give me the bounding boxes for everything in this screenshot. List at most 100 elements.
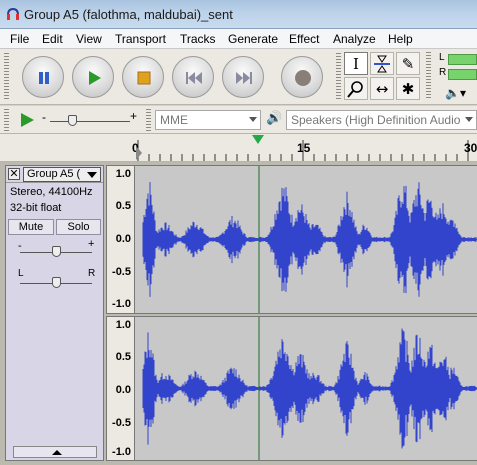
menu-edit[interactable]: Edit <box>42 32 63 46</box>
device-grip[interactable] <box>146 109 151 131</box>
selection-start-marker-icon[interactable] <box>134 146 144 160</box>
meter-right: R <box>437 67 477 81</box>
waveform-left-plot <box>142 166 477 313</box>
meter-right-label: R <box>439 67 447 78</box>
meter-left-bar <box>448 54 477 65</box>
scale-label: -0.5 <box>112 266 131 278</box>
mute-button[interactable]: Mute <box>8 219 54 235</box>
track-menu-button[interactable]: Group A5 ( <box>23 167 101 182</box>
scale-label: 1.0 <box>115 168 131 180</box>
track-control-panel[interactable]: ✕ Group A5 ( Stereo, 44100Hz 32-bit floa… <box>5 165 104 461</box>
speed-plus-label: + <box>130 109 138 123</box>
skip-to-start-button[interactable] <box>172 56 214 98</box>
ruler-tick-30: 30 <box>464 141 477 155</box>
track-sample-format: 32-bit float <box>10 202 62 214</box>
gain-slider-thumb[interactable] <box>52 246 61 257</box>
record-icon <box>295 70 311 86</box>
skip-to-end-button[interactable] <box>222 56 264 98</box>
menu-analyze[interactable]: Analyze <box>333 32 376 46</box>
menu-tracks[interactable]: Tracks <box>180 32 216 46</box>
speed-slider-thumb[interactable] <box>68 115 77 126</box>
tools-grip[interactable] <box>336 53 341 101</box>
draw-tool-icon: ✎ <box>401 54 415 73</box>
speaker-volume-icon[interactable]: 🔈▾ <box>445 86 466 100</box>
ruler-ticks <box>137 140 469 161</box>
speaker-icon: 🔊 <box>266 110 283 125</box>
meter-grip[interactable] <box>426 52 431 100</box>
menu-bar: File Edit View Transport Tracks Generate… <box>0 29 477 49</box>
zoom-tool-button[interactable] <box>344 77 368 100</box>
collapse-track-button[interactable] <box>13 446 97 458</box>
level-meter[interactable]: L R <box>437 52 477 88</box>
menu-help[interactable]: Help <box>388 32 413 46</box>
play-at-speed-icon[interactable] <box>18 111 36 129</box>
timeline-ruler[interactable]: 0 15 30 <box>0 134 477 162</box>
gain-minus-label: - <box>18 240 22 252</box>
menu-view[interactable]: View <box>76 32 102 46</box>
stop-icon <box>137 71 151 85</box>
track-name: Group A5 ( <box>27 168 81 180</box>
multi-tool-icon: ✱ <box>401 79 415 98</box>
chevron-up-icon <box>52 450 62 455</box>
audacity-headphones-icon <box>7 7 19 20</box>
scale-label: 0.0 <box>115 233 131 245</box>
output-device-value: Speakers (High Definition Audio <box>291 113 461 127</box>
record-button[interactable] <box>281 56 323 98</box>
track-area: ✕ Group A5 ( Stereo, 44100Hz 32-bit floa… <box>0 162 477 465</box>
play-at-speed-grip[interactable] <box>4 109 9 131</box>
pan-right-label: R <box>88 268 96 279</box>
ruler-tick-15: 15 <box>297 141 311 155</box>
selection-tool-icon: I <box>353 54 359 73</box>
track-format-info: Stereo, 44100Hz <box>10 186 93 198</box>
scale-label: -1.0 <box>112 298 131 310</box>
audio-host-select[interactable]: MME <box>155 110 261 130</box>
stop-button[interactable] <box>122 56 164 98</box>
close-track-button[interactable]: ✕ <box>8 168 20 180</box>
scale-label: -1.0 <box>112 446 131 458</box>
menu-effect[interactable]: Effect <box>289 32 319 46</box>
play-button[interactable] <box>72 56 114 98</box>
selection-tool-button[interactable]: I <box>344 52 368 75</box>
vertical-ruler-left-channel[interactable]: 1.0 0.5 0.0 -0.5 -1.0 <box>106 165 135 314</box>
playhead-marker-icon[interactable] <box>252 135 264 144</box>
skip-to-end-icon <box>236 72 252 84</box>
chevron-down-icon <box>465 117 473 122</box>
solo-button[interactable]: Solo <box>56 219 101 235</box>
output-device-select[interactable]: Speakers (High Definition Audio <box>286 110 477 130</box>
menu-file[interactable]: File <box>10 32 29 46</box>
track-header: ✕ Group A5 ( <box>6 166 103 183</box>
menu-transport[interactable]: Transport <box>115 32 166 46</box>
vertical-ruler-right-channel[interactable]: 1.0 0.5 0.0 -0.5 -1.0 <box>106 316 135 461</box>
pause-button[interactable] <box>22 56 64 98</box>
draw-tool-button[interactable]: ✎ <box>396 52 420 75</box>
title-bar[interactable]: Group A5 (falothma, maldubai)_sent <box>0 0 477 29</box>
gain-plus-label: + <box>88 238 95 250</box>
scale-label: -0.5 <box>112 417 131 429</box>
menu-generate[interactable]: Generate <box>228 32 278 46</box>
play-icon <box>89 71 101 85</box>
meter-right-bar <box>448 69 477 80</box>
scale-label: 0.5 <box>115 200 131 212</box>
scale-label: 1.0 <box>115 319 131 331</box>
envelope-tool-icon <box>374 55 390 72</box>
chevron-down-icon <box>249 117 257 122</box>
waveform-right-plot <box>142 317 477 460</box>
waveform-right-channel[interactable] <box>135 316 477 461</box>
scale-label: 0.0 <box>115 384 131 396</box>
timeshift-tool-button[interactable]: ↔ <box>370 77 394 100</box>
skip-to-start-icon <box>186 72 202 84</box>
chevron-down-icon <box>87 172 97 178</box>
speed-slider-track[interactable] <box>50 121 130 122</box>
waveform-left-channel[interactable] <box>135 165 477 314</box>
audacity-window: Group A5 (falothma, maldubai)_sent File … <box>0 0 477 465</box>
pause-icon <box>39 72 49 84</box>
envelope-tool-button[interactable] <box>370 52 394 75</box>
pan-left-label: L <box>18 268 24 279</box>
meter-left-label: L <box>439 52 445 63</box>
speed-minus-label: - <box>42 110 46 124</box>
pan-slider-thumb[interactable] <box>52 277 61 288</box>
window-title: Group A5 (falothma, maldubai)_sent <box>24 7 233 22</box>
scale-label: 0.5 <box>115 351 131 363</box>
multi-tool-button[interactable]: ✱ <box>396 77 420 100</box>
toolbar-grip[interactable] <box>4 53 9 101</box>
